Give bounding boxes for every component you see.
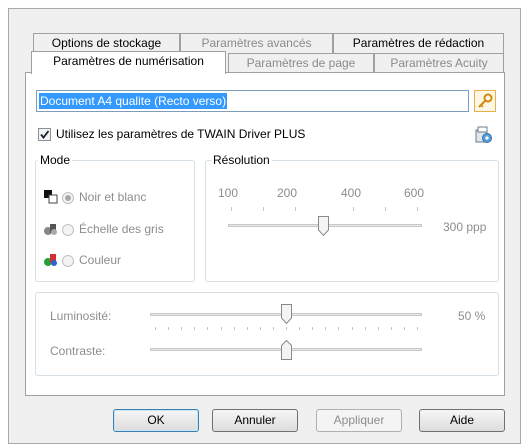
resolution-tick-mark (417, 207, 418, 211)
tab-page-settings[interactable]: Paramètres de page (228, 53, 374, 73)
contrast-label: Contraste: (50, 344, 106, 358)
brightness-tick-mark (352, 327, 353, 330)
color-mode-icon (44, 253, 58, 267)
profile-name-field[interactable]: Document A4 qualite (Recto verso) (36, 90, 469, 112)
brightness-tick-mark (273, 327, 274, 330)
mode-color-label[interactable]: Couleur (79, 253, 121, 267)
brightness-tick-mark (207, 327, 208, 330)
mode-black-white-radio[interactable] (62, 192, 74, 204)
brightness-tick-mark (155, 327, 156, 330)
tab-acuity-settings[interactable]: Paramètres Acuity (374, 53, 504, 73)
resolution-value: 300 ppp (443, 220, 487, 234)
resolution-tick-mark (385, 207, 386, 211)
brightness-tick-mark (312, 327, 313, 330)
mode-black-white-label[interactable]: Noir et blanc (79, 190, 146, 204)
brightness-tick-mark (391, 327, 392, 330)
resolution-tick-200: 200 (277, 186, 298, 200)
checkmark-icon (40, 130, 50, 139)
brightness-tick-mark (234, 327, 235, 330)
resolution-slider-thumb[interactable] (318, 216, 329, 236)
rename-profile-button[interactable] (474, 90, 496, 112)
resolution-tick-mark (353, 207, 354, 211)
resolution-tick-mark (231, 207, 232, 211)
twain-checkbox[interactable] (38, 128, 51, 141)
contrast-slider-thumb[interactable] (281, 340, 292, 360)
brightness-tick-mark (378, 327, 379, 330)
brightness-tick-mark (404, 327, 405, 330)
resolution-group-title: Résolution (211, 153, 272, 167)
tab-storage-options[interactable]: Options de stockage (33, 33, 180, 53)
resolution-tick-mark (295, 207, 296, 211)
mode-grayscale-label[interactable]: Échelle des gris (79, 222, 164, 236)
grayscale-mode-icon (44, 222, 58, 236)
profile-name-value[interactable]: Document A4 qualite (Recto verso) (39, 93, 228, 109)
scanner-settings-icon (475, 126, 492, 143)
brightness-value: 50 % (458, 309, 486, 323)
brightness-label: Luminosité: (50, 309, 112, 323)
brightness-tick-mark (286, 327, 287, 330)
mode-grayscale-radio[interactable] (62, 224, 74, 236)
brightness-tick-mark (338, 327, 339, 330)
twain-settings-button[interactable] (475, 126, 493, 144)
mode-color-radio[interactable] (62, 255, 74, 267)
tab-redaction-settings[interactable]: Paramètres de rédaction (333, 33, 504, 53)
tab-scan-settings[interactable]: Paramètres de numérisation (31, 51, 226, 74)
twain-checkbox-label[interactable]: Utilisez les paramètres de TWAIN Driver … (56, 127, 305, 141)
cancel-button[interactable]: Annuler (212, 409, 298, 432)
resolution-tick-600: 600 (404, 186, 425, 200)
brightness-tick-mark (299, 327, 300, 330)
resolution-tick-mark (263, 207, 264, 211)
brightness-tick-mark (365, 327, 366, 330)
brightness-tick-mark (325, 327, 326, 330)
black-white-mode-icon (44, 190, 58, 204)
resolution-tick-100: 100 (218, 186, 239, 200)
tab-advanced-settings[interactable]: Paramètres avancés (180, 33, 333, 53)
brightness-tick-mark (194, 327, 195, 330)
key-icon (474, 90, 496, 112)
apply-button[interactable]: Appliquer (316, 409, 402, 432)
brightness-tick-mark (221, 327, 222, 330)
brightness-contrast-group (35, 292, 499, 376)
brightness-tick-mark (417, 327, 418, 330)
mode-group-title: Mode (38, 153, 73, 167)
help-button[interactable]: Aide (419, 409, 505, 432)
brightness-tick-mark (168, 327, 169, 330)
brightness-tick-mark (181, 327, 182, 330)
brightness-slider-thumb[interactable] (281, 304, 292, 324)
ok-button[interactable]: OK (113, 409, 199, 432)
brightness-tick-mark (247, 327, 248, 330)
brightness-tick-mark (260, 327, 261, 330)
resolution-tick-400: 400 (341, 186, 362, 200)
